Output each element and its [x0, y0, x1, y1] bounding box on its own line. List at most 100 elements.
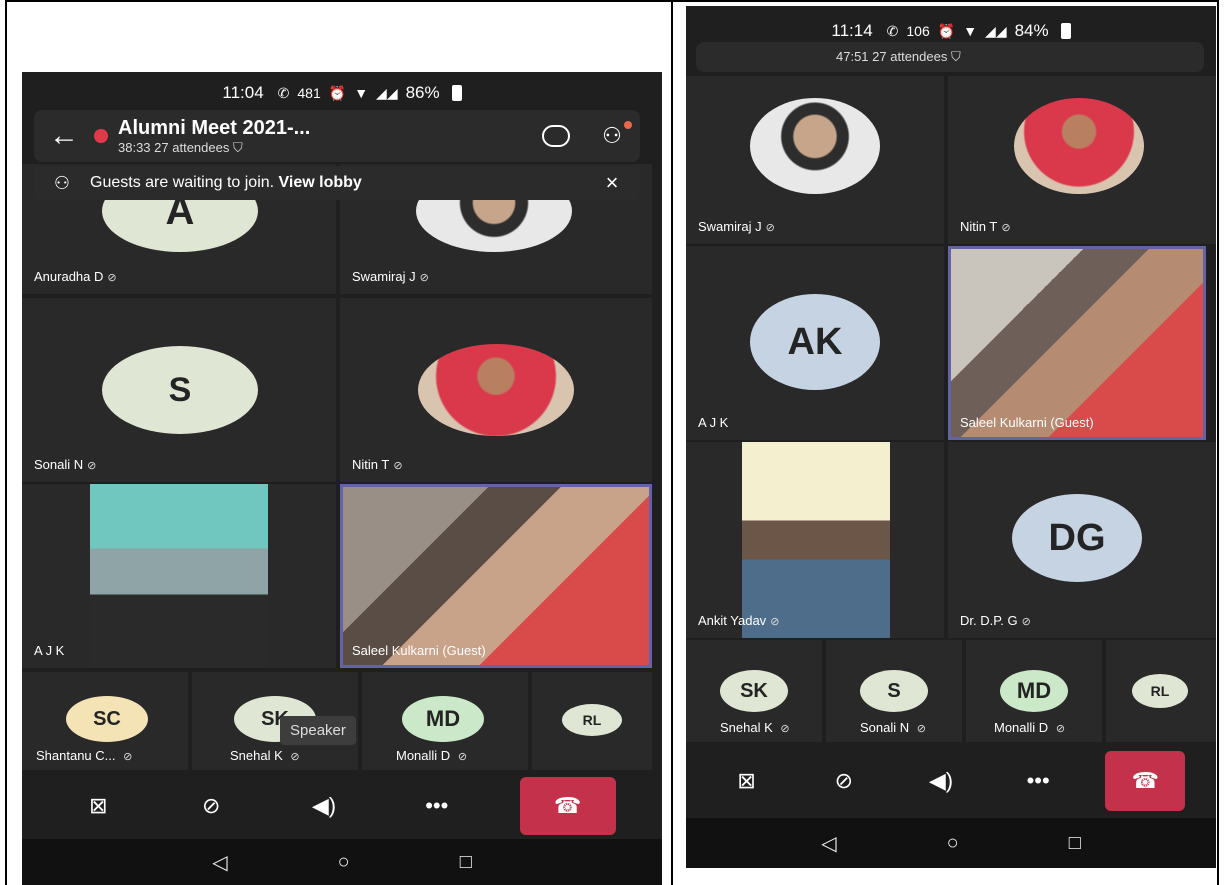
- mic-off-icon[interactable]: ⊘: [814, 756, 874, 806]
- small-participant-tile[interactable]: MD Monalli D ⊘: [966, 640, 1102, 742]
- avatar: AK: [750, 294, 880, 390]
- meeting-title: Alumni Meet 2021-...: [118, 116, 311, 139]
- participant-tile[interactable]: S Sonali N ⊘: [22, 298, 336, 482]
- signal-icon: ◢◢: [985, 22, 1007, 39]
- close-icon[interactable]: ×: [584, 170, 640, 196]
- participant-photo: [418, 344, 574, 436]
- frame-top: [5, 0, 1219, 2]
- lobby-text: Guests are waiting to join. View lobby: [90, 174, 362, 191]
- participant-tile[interactable]: Nitin T ⊘: [340, 298, 652, 482]
- left-phone-screen: 11:04 ✆ 481 ⏰ ▼ ◢◢ 86% ← Alumni Meet 202…: [22, 72, 662, 885]
- participant-tile-active-speaker[interactable]: Saleel Kulkarni (Guest): [340, 484, 652, 668]
- mic-muted-icon: ⊘: [87, 460, 97, 472]
- participant-name: A J K: [34, 643, 65, 658]
- participant-tile[interactable]: A J K: [22, 484, 336, 668]
- participant-name: Monalli D ⊘: [396, 748, 468, 763]
- participant-name: Anuradha D ⊘: [34, 269, 117, 284]
- participant-video: [742, 442, 890, 638]
- avatar: SC: [66, 696, 148, 742]
- mic-muted-icon: ⊘: [107, 272, 117, 284]
- call-controls: ⊠ ⊘ ◀) ••• ☎: [686, 746, 1216, 816]
- shield-icon: ⛉: [950, 49, 961, 64]
- call-controls: ⊠ ⊘ ◀) ••• ☎: [22, 774, 662, 838]
- avatar: MD: [402, 696, 484, 742]
- status-time: 11:14: [831, 21, 873, 40]
- meeting-subtitle: 38:33 27 attendees ⛉: [118, 140, 528, 156]
- participant-name: Snehal K ⊘: [720, 720, 790, 735]
- battery-icon: [1060, 23, 1071, 39]
- small-participant-tile[interactable]: SK Snehal K ⊘: [686, 640, 822, 742]
- attendee-count: 27 attendees: [154, 139, 230, 155]
- avatar: RL: [1132, 674, 1188, 708]
- participants-icon[interactable]: ⚇: [584, 121, 640, 149]
- mic-muted-icon: ⊘: [1021, 616, 1031, 628]
- participant-name: Swamiraj J ⊘: [352, 269, 429, 284]
- speaker-icon[interactable]: ◀): [911, 756, 971, 806]
- mic-muted-icon: ⊘: [1001, 222, 1011, 234]
- nav-recents-icon[interactable]: □: [1069, 832, 1081, 855]
- small-participant-tile[interactable]: SC Shantanu C... ⊘: [22, 672, 188, 770]
- small-participant-tile[interactable]: S Sonali N ⊘: [826, 640, 962, 742]
- android-nav-bar: ◁ ○ □: [22, 839, 662, 885]
- status-time: 11:04: [222, 83, 264, 102]
- participant-tile[interactable]: Swamiraj J ⊘: [686, 76, 944, 244]
- participant-name: Swamiraj J ⊘: [698, 219, 775, 234]
- avatar: RL: [562, 704, 622, 736]
- nav-home-icon[interactable]: ○: [338, 851, 350, 874]
- participant-name: Nitin T ⊘: [960, 219, 1011, 234]
- participant-name: Dr. D.P. G ⊘: [960, 613, 1031, 628]
- small-participant-tile[interactable]: RL: [532, 672, 652, 770]
- nav-home-icon[interactable]: ○: [947, 832, 959, 855]
- signal-icon: ◢◢: [376, 84, 398, 101]
- nav-back-icon[interactable]: ◁: [821, 831, 836, 856]
- speaker-icon[interactable]: ◀): [294, 781, 354, 831]
- avatar: DG: [1012, 494, 1142, 582]
- wifi-icon: ▼: [963, 23, 978, 39]
- small-participant-tile[interactable]: RL: [1106, 640, 1216, 742]
- attendee-count: 27 attendees: [872, 49, 948, 64]
- participant-name: A J K: [698, 415, 729, 430]
- meeting-title-block: Alumni Meet 2021-... 38:33 27 attendees …: [118, 117, 528, 156]
- mic-muted-icon: ⊘: [770, 616, 780, 628]
- participant-tile-active-speaker[interactable]: Saleel Kulkarni (Guest): [948, 246, 1206, 440]
- speaker-tooltip: Speaker: [280, 716, 356, 745]
- lobby-banner[interactable]: ⚇ Guests are waiting to join. View lobby…: [34, 166, 640, 200]
- wifi-icon: ▼: [354, 85, 369, 101]
- small-participant-tile[interactable]: MD Monalli D ⊘: [362, 672, 528, 770]
- net-speed: 106: [906, 23, 930, 39]
- view-lobby-link[interactable]: View lobby: [279, 174, 362, 191]
- android-nav-bar: ◁ ○ □: [686, 818, 1216, 868]
- participant-name: Monalli D ⊘: [994, 720, 1066, 735]
- participant-tile[interactable]: DG Dr. D.P. G ⊘: [948, 442, 1216, 638]
- participant-video: [90, 484, 268, 668]
- more-options-icon[interactable]: •••: [407, 781, 467, 831]
- participant-name: Sonali N ⊘: [34, 457, 97, 472]
- participant-name: Saleel Kulkarni (Guest): [352, 643, 486, 658]
- frame-left: [5, 0, 7, 885]
- participant-video: [951, 249, 1203, 437]
- mic-off-icon[interactable]: ⊘: [181, 781, 241, 831]
- chat-icon[interactable]: [528, 125, 584, 147]
- call-icon: ✆: [886, 22, 899, 39]
- more-options-icon[interactable]: •••: [1008, 756, 1068, 806]
- participant-tile[interactable]: AK A J K: [686, 246, 944, 440]
- hangup-button[interactable]: ☎: [1105, 751, 1186, 811]
- battery-level: 86%: [405, 83, 440, 102]
- participant-tile[interactable]: Nitin T ⊘: [948, 76, 1216, 244]
- meeting-subtitle: 47:51 27 attendees ⛉: [836, 49, 961, 65]
- meeting-header: 47:51 27 attendees ⛉: [696, 42, 1204, 72]
- avatar: S: [102, 346, 258, 434]
- mic-muted-icon: ⊘: [419, 272, 429, 284]
- back-arrow-icon[interactable]: ←: [34, 119, 94, 153]
- hangup-button[interactable]: ☎: [519, 777, 616, 835]
- participant-name: Shantanu C... ⊘: [36, 748, 133, 763]
- camera-off-icon[interactable]: ⊠: [68, 781, 128, 831]
- camera-off-icon[interactable]: ⊠: [717, 756, 777, 806]
- nav-back-icon[interactable]: ◁: [212, 850, 227, 875]
- participant-tile[interactable]: Ankit Yadav ⊘: [686, 442, 944, 638]
- recording-dot-icon: [94, 129, 108, 143]
- battery-icon: [451, 85, 462, 101]
- status-bar: 11:04 ✆ 481 ⏰ ▼ ◢◢ 86%: [22, 78, 662, 108]
- nav-recents-icon[interactable]: □: [460, 851, 472, 874]
- mic-muted-icon: ⊘: [393, 460, 403, 472]
